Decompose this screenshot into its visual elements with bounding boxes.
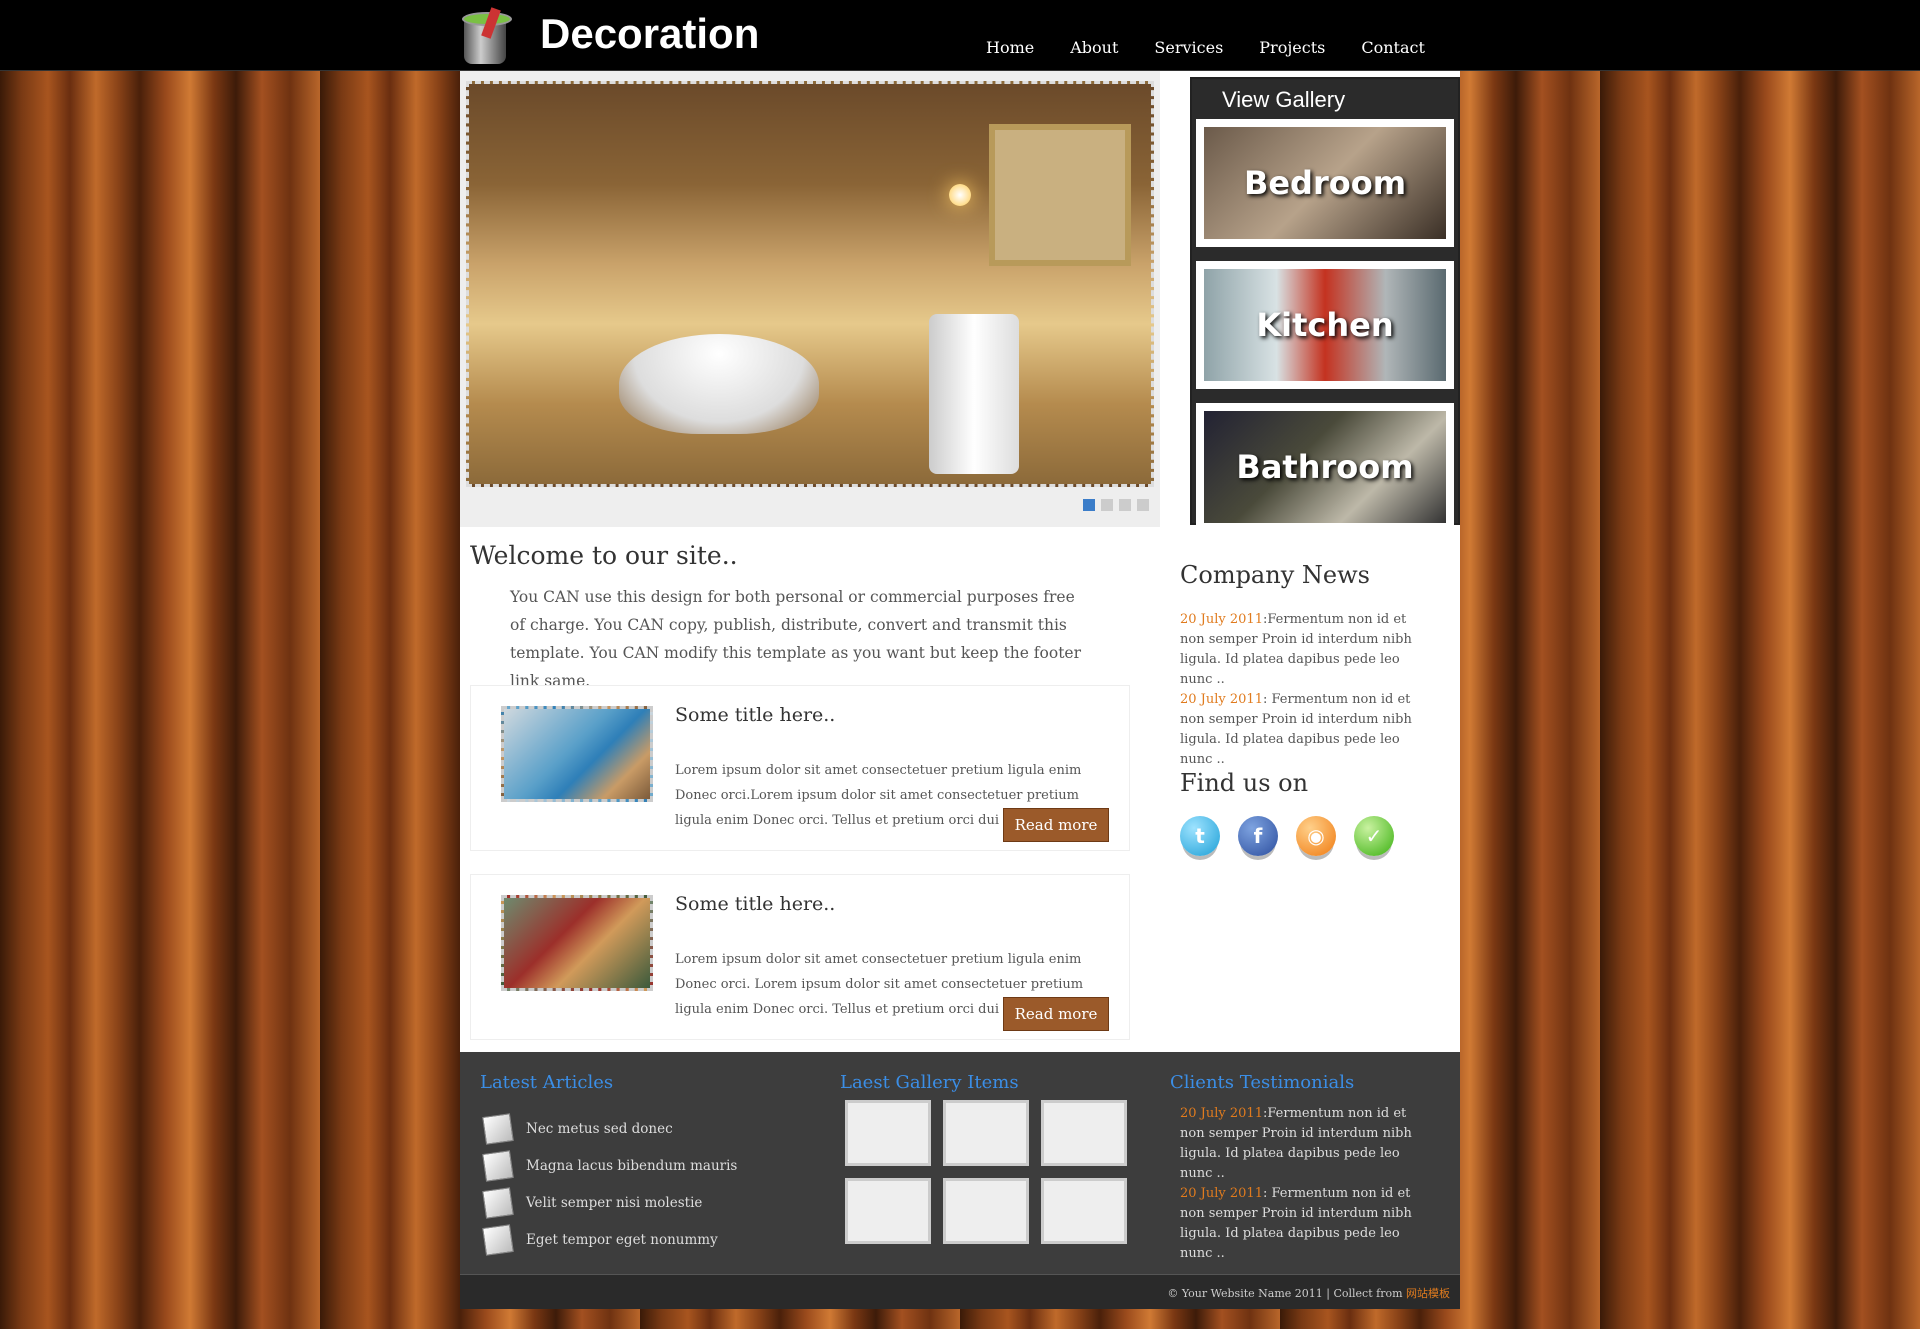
gallery-thumb-broken-image[interactable] (1041, 1178, 1127, 1244)
news-date: 20 July 2011 (1180, 612, 1263, 627)
gallery-thumb-broken-image[interactable] (845, 1100, 931, 1166)
social-links: t f ◉ ✓ (1180, 816, 1394, 856)
find-us-title: Find us on (1180, 769, 1309, 797)
gallery-kitchen[interactable]: Kitchen (1196, 261, 1454, 389)
site-title[interactable]: Decoration (540, 10, 759, 58)
company-news-title: Company News (1180, 561, 1370, 589)
article-item[interactable]: Eget tempor eget nonummy (482, 1221, 737, 1258)
article-item[interactable]: Nec metus sed donec (482, 1110, 737, 1147)
post-title[interactable]: Some title here.. (675, 704, 835, 726)
testimonial-date: 20 July 2011 (1180, 1106, 1263, 1121)
copyright-text: © Your Website Name 2011 | Collect from … (1167, 1285, 1450, 1301)
notepad-icon (482, 1149, 514, 1182)
slider-dot-2[interactable] (1101, 499, 1113, 511)
top-bar: Decoration Home About Services Projects … (0, 0, 1920, 71)
slider-dot-4[interactable] (1137, 499, 1149, 511)
notepad-icon (482, 1186, 514, 1219)
gallery-bathroom-label: Bathroom (1236, 448, 1414, 486)
copyright-bar: © Your Website Name 2011 | Collect from … (460, 1274, 1460, 1309)
gallery-title: View Gallery (1222, 87, 1346, 112)
gallery-thumb-broken-image[interactable] (845, 1178, 931, 1244)
view-gallery-panel: View Gallery Bedroom Kitchen Bathroom (1190, 77, 1460, 531)
slider-dots (1083, 499, 1149, 511)
article-title: Velit semper nisi molestie (526, 1194, 703, 1211)
testimonial-item: 20 July 2011: Fermentum non id et non se… (1180, 1184, 1420, 1264)
slider-dot-1[interactable] (1083, 499, 1095, 511)
nav-contact[interactable]: Contact (1343, 38, 1443, 57)
news-separator: : (1262, 692, 1272, 707)
gallery-bathroom[interactable]: Bathroom (1196, 403, 1454, 531)
notepad-icon (482, 1112, 514, 1145)
nav-projects[interactable]: Projects (1241, 38, 1343, 57)
copyright-label: © Your Website Name 2011 | Collect from (1167, 1287, 1406, 1300)
post-title[interactable]: Some title here.. (675, 893, 835, 915)
testimonial-date: 20 July 2011 (1180, 1186, 1263, 1201)
read-more-button[interactable]: Read more (1003, 997, 1109, 1031)
latest-gallery-title: Laest Gallery Items (840, 1072, 1019, 1093)
gallery-bedroom[interactable]: Bedroom (1196, 119, 1454, 247)
content-wrapper: View Gallery Bedroom Kitchen Bathroom We… (460, 71, 1460, 1309)
article-title: Nec metus sed donec (526, 1120, 673, 1137)
paint-can-logo-icon[interactable] (460, 7, 520, 64)
slider-dot-3[interactable] (1119, 499, 1131, 511)
read-more-button[interactable]: Read more (1003, 808, 1109, 842)
image-slider (460, 71, 1160, 527)
nav-about[interactable]: About (1052, 38, 1136, 57)
copyright-link[interactable]: 网站模板 (1406, 1287, 1450, 1300)
post-thumbnail[interactable] (501, 706, 653, 802)
welcome-title: Welcome to our site.. (470, 541, 738, 570)
gallery-bedroom-label: Bedroom (1243, 164, 1407, 202)
facebook-icon[interactable]: f (1238, 816, 1278, 856)
post-card: Some title here.. Lorem ipsum dolor sit … (470, 874, 1130, 1040)
notepad-icon (482, 1223, 514, 1256)
twitter-icon[interactable]: t (1180, 816, 1220, 856)
article-item[interactable]: Magna lacus bibendum mauris (482, 1147, 738, 1184)
latest-articles-list: Nec metus sed donec Magna lacus bibendum… (482, 1110, 738, 1258)
main-nav: Home About Services Projects Contact (970, 38, 1443, 57)
article-item[interactable]: Velit semper nisi molestie (482, 1184, 737, 1221)
news-item: 20 July 2011: Fermentum non id et non se… (1180, 690, 1420, 770)
gallery-thumb-broken-image[interactable] (943, 1100, 1029, 1166)
green-check-icon[interactable]: ✓ (1354, 816, 1394, 856)
rss-icon[interactable]: ◉ (1296, 816, 1336, 856)
slide-bathroom-image[interactable] (466, 81, 1154, 487)
latest-gallery-grid (845, 1100, 1127, 1244)
article-title: Eget tempor eget nonummy (526, 1231, 718, 1248)
post-card: Some title here.. Lorem ipsum dolor sit … (470, 685, 1130, 851)
testimonial-item: 20 July 2011:Fermentum non id et non sem… (1180, 1104, 1420, 1184)
testimonial-separator: : (1262, 1186, 1272, 1201)
gallery-thumb-broken-image[interactable] (1041, 1100, 1127, 1166)
article-title: Magna lacus bibendum mauris (526, 1157, 738, 1174)
testimonials-title: Clients Testimonials (1170, 1072, 1355, 1093)
nav-home[interactable]: Home (970, 38, 1052, 57)
gallery-kitchen-label: Kitchen (1256, 306, 1394, 344)
welcome-text: You CAN use this design for both persona… (510, 588, 1082, 690)
post-thumbnail[interactable] (501, 895, 653, 991)
latest-articles-title: Latest Articles (480, 1072, 614, 1093)
news-date: 20 July 2011 (1180, 692, 1263, 707)
nav-services[interactable]: Services (1136, 38, 1241, 57)
news-item: 20 July 2011:Fermentum non id et non sem… (1180, 610, 1420, 690)
gallery-thumb-broken-image[interactable] (943, 1178, 1029, 1244)
footer: Latest Articles Nec metus sed donec Magn… (460, 1052, 1460, 1274)
